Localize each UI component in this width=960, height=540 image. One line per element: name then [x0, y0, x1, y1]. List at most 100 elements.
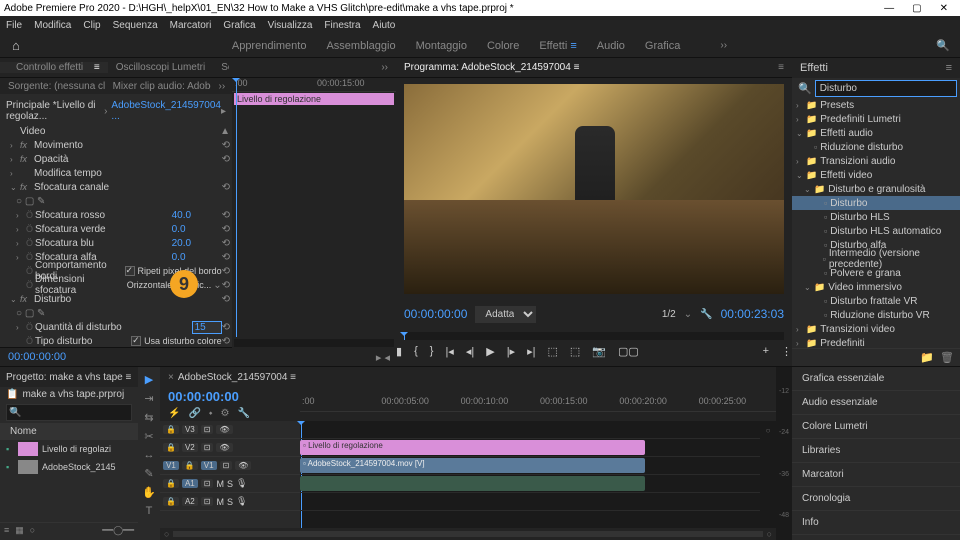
home-icon[interactable]: ⌂ — [0, 38, 32, 53]
freeform-icon[interactable]: ○ — [30, 525, 35, 538]
workspace-audio[interactable]: Audio — [597, 40, 625, 52]
sequence-link[interactable]: AdobeStock_214597004 ... — [111, 100, 221, 122]
step-back-icon[interactable]: ◂| — [466, 345, 474, 358]
step-fwd-icon[interactable]: |▸ — [507, 345, 515, 358]
pen-tool-icon[interactable]: ✎ — [144, 467, 153, 480]
slip-tool-icon[interactable]: ↔ — [144, 449, 155, 461]
tree-item[interactable]: ⌄📁Effetti video — [792, 168, 960, 182]
chevron-icon[interactable]: ▸ — [221, 106, 226, 117]
time-remap-effect[interactable]: ›Modifica tempo — [0, 166, 232, 180]
link-icon[interactable]: 🔗 — [188, 408, 200, 419]
workspace-learning[interactable]: Apprendimento — [232, 40, 307, 52]
tree-item[interactable]: ⌄📁Effetti audio — [792, 126, 960, 140]
workspace-overflow[interactable]: ›› — [720, 40, 727, 51]
clip-adjustment-layer[interactable]: ▫ Livello di regolazione — [300, 440, 645, 455]
ripple-edit-icon[interactable]: ⇆ — [144, 411, 153, 424]
snap-icon[interactable]: ⚡ — [168, 408, 180, 419]
list-view-icon[interactable]: ≡ — [4, 525, 9, 538]
panel-essential-sound[interactable]: Audio essenziale — [792, 391, 960, 415]
menu-window[interactable]: Finestra — [324, 20, 360, 31]
panel-overflow[interactable]: ›› — [211, 81, 232, 92]
trash-icon[interactable]: 🗑 — [940, 351, 954, 364]
zoom-icon[interactable]: ▸ ◂ — [376, 351, 390, 364]
motion-effect[interactable]: ›fxMovimento⟲ — [0, 138, 232, 152]
maximize-button[interactable]: ▢ — [912, 3, 921, 14]
export-frame-icon[interactable]: 📷 — [592, 345, 606, 358]
noise-amount-param[interactable]: ›ÖQuantità di disturbo⟲ — [0, 320, 232, 334]
marker-icon[interactable]: ▮ — [396, 345, 402, 358]
track-v2[interactable]: 🔒V2⊡👁 — [160, 439, 300, 457]
panel-info[interactable]: Info — [792, 511, 960, 535]
timeline-tab[interactable]: AdobeStock_214597004 ≡ — [178, 372, 296, 383]
blur-red-param[interactable]: ›ÖSfocatura rosso40.0⟲ — [0, 208, 232, 222]
noise-amount-input[interactable] — [192, 321, 222, 334]
add-button-icon[interactable]: + — [763, 345, 769, 357]
project-search-input[interactable] — [6, 404, 132, 421]
project-item[interactable]: ▪AdobeStock_2145 — [0, 458, 138, 476]
tree-item[interactable]: ⌄📁Video immersivo — [792, 280, 960, 294]
tree-item[interactable]: ›📁Transizioni video — [792, 322, 960, 336]
new-bin-button[interactable]: 📁 — [920, 351, 934, 364]
panel-lumetri-color[interactable]: Colore Lumetri — [792, 415, 960, 439]
project-item[interactable]: ▪Livello di regolazi — [0, 440, 138, 458]
noise-type-param[interactable]: ÖTipo disturboUsa disturbo colore⟲ — [0, 334, 232, 347]
track-a1[interactable]: 🔒A1⊡MS🎙 — [160, 475, 300, 493]
timeline-ruler[interactable]: :0000:00:05:0000:00:10:0000:00:15:0000:0… — [300, 396, 776, 412]
wrench-icon[interactable]: 🔧 — [237, 408, 249, 419]
track-select-icon[interactable]: ⇥ — [144, 392, 153, 405]
icon-view-icon[interactable]: ▦ — [15, 525, 24, 538]
panel-markers[interactable]: Marcatori — [792, 463, 960, 487]
mini-scrollbar[interactable] — [234, 339, 394, 347]
channel-blur-effect[interactable]: ⌄fxSfocatura canale⟲ — [0, 180, 232, 194]
adj-layer-clip[interactable]: Livello di regolazione — [234, 93, 394, 105]
mini-ruler[interactable]: :00 00:00:15:00 — [232, 78, 396, 92]
play-icon[interactable]: ▶ — [486, 345, 494, 358]
panel-overflow[interactable]: ›› — [373, 62, 396, 73]
column-name[interactable]: Nome — [0, 423, 138, 440]
track-a2[interactable]: 🔒A2⊡MS🎙 — [160, 493, 300, 511]
video-section[interactable]: Video▲ — [0, 124, 232, 138]
tree-item[interactable]: ›📁Presets — [792, 98, 960, 112]
next-marker-icon[interactable]: ▸| — [527, 345, 535, 358]
wrench-icon[interactable]: 🔧 — [700, 309, 712, 320]
workspace-assembly[interactable]: Assemblaggio — [326, 40, 395, 52]
tree-item[interactable]: ▫Intermedio (versione precedente) — [792, 252, 960, 266]
tree-item[interactable]: ▫Disturbo — [792, 196, 960, 210]
extract-icon[interactable]: ⬚ — [570, 345, 580, 358]
menu-graphics[interactable]: Grafica — [223, 20, 255, 31]
lift-icon[interactable]: ⬚ — [547, 345, 557, 358]
video-preview[interactable] — [404, 84, 784, 294]
noise-mask-shapes[interactable]: ○ ▢ ✎ — [0, 306, 232, 320]
menu-help[interactable]: Aiuto — [373, 20, 396, 31]
search-icon[interactable]: 🔍 — [936, 39, 950, 52]
tree-item[interactable]: ▫Disturbo frattale VR — [792, 294, 960, 308]
current-timecode[interactable]: 00:00:00:00 — [404, 307, 467, 321]
tab-effect-controls[interactable]: Controllo effetti ≡ — [0, 62, 108, 73]
menu-file[interactable]: File — [6, 20, 22, 31]
noise-effect[interactable]: ⌄fxDisturbo⟲ — [0, 292, 232, 306]
zoom-slider[interactable]: ━━◯━━ — [102, 525, 134, 538]
zoom-out-icon[interactable]: ○ — [164, 529, 169, 539]
selection-tool-icon[interactable]: ▶ — [145, 373, 153, 386]
zoom-select[interactable]: Adatta — [475, 306, 536, 323]
blur-green-param[interactable]: ›ÖSfocatura verde0.0⟲ — [0, 222, 232, 236]
track-v3[interactable]: 🔒V3⊡👁 — [160, 421, 300, 439]
timeline-timecode[interactable]: 00:00:00:00 — [160, 387, 300, 406]
marker-icon[interactable]: ⬩ — [209, 408, 213, 419]
zoom-in-icon[interactable]: ○ — [767, 529, 772, 539]
tree-item[interactable]: ⌄📁Disturbo e granulosità — [792, 182, 960, 196]
menu-view[interactable]: Visualizza — [268, 20, 313, 31]
tree-item[interactable]: ▫Disturbo HLS — [792, 210, 960, 224]
clip-video[interactable]: ▫ AdobeStock_214597004.mov [V] — [300, 458, 645, 473]
close-button[interactable]: ✕ — [940, 3, 948, 14]
panel-menu-icon[interactable]: ≡ — [946, 62, 952, 74]
compare-icon[interactable]: ▢▢ — [618, 345, 639, 358]
menu-clip[interactable]: Clip — [83, 20, 100, 31]
tab-source-2[interactable]: Sorgente: (nessuna clip) — [0, 81, 105, 92]
tree-item[interactable]: ▫Disturbo HLS automatico — [792, 224, 960, 238]
razor-tool-icon[interactable]: ✂ — [144, 430, 153, 443]
panel-essential-graphics[interactable]: Grafica essenziale — [792, 367, 960, 391]
settings-icon[interactable]: ⋮ — [781, 345, 792, 358]
panel-menu-icon[interactable]: ≡ — [778, 62, 784, 73]
menu-edit[interactable]: Modifica — [34, 20, 71, 31]
